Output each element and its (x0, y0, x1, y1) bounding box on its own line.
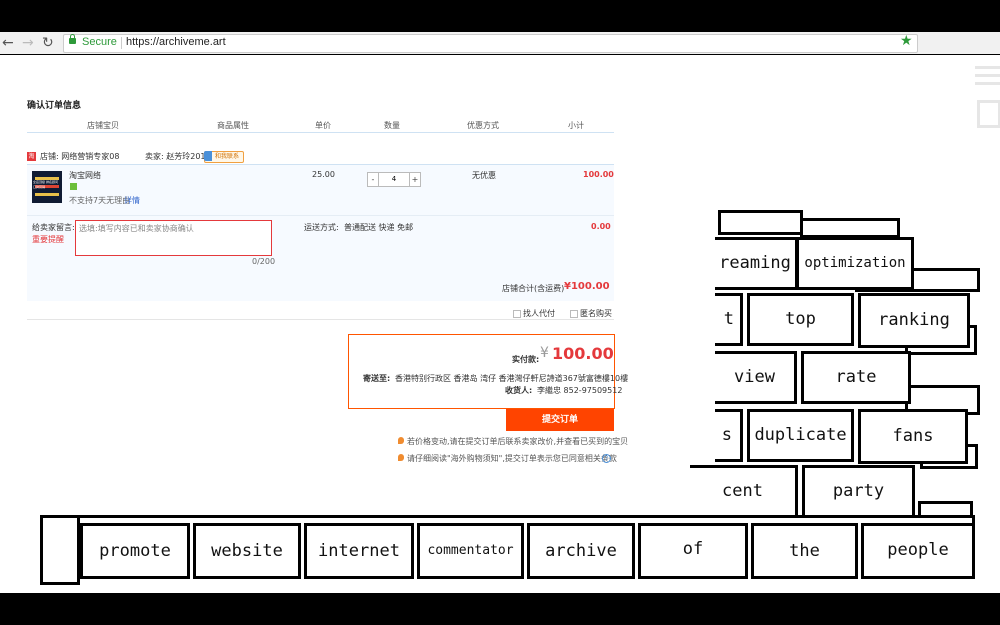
brick-word: archive (527, 523, 635, 579)
brick-word: view (715, 351, 797, 404)
brick-word: promote (80, 523, 190, 579)
brick-word: fans (858, 409, 968, 464)
back-arrow-icon[interactable]: ← (2, 32, 18, 54)
bookmark-star-icon[interactable]: ★ (900, 33, 913, 49)
brick-word: top (747, 293, 854, 346)
brick-word: the (751, 523, 858, 579)
reload-icon[interactable]: ↻ (42, 32, 58, 54)
brick-word: website (193, 523, 301, 579)
brick-word: t (715, 293, 743, 346)
brick-word: party (802, 465, 915, 518)
url-separator (121, 37, 122, 49)
url-text[interactable]: https://archiveme.art (126, 36, 226, 48)
brick-top (800, 218, 900, 238)
brick-word: optimization (796, 237, 914, 290)
brick-word: rate (801, 351, 911, 404)
brick-word: of (638, 523, 748, 579)
page-content: 确认订单信息 店铺宝贝 商品属性 单价 数量 优惠方式 小计 淘 店铺: 网络营… (0, 55, 1000, 593)
lock-icon (69, 34, 76, 44)
brick-word: s (715, 409, 743, 462)
brick-word: reaming (715, 237, 798, 290)
brick-word: people (861, 523, 975, 579)
brick-word: duplicate (747, 409, 854, 462)
brick-top (718, 210, 803, 235)
brick-word: cent (690, 465, 798, 518)
browser-toolbar: ← → ↻ Secure https://archiveme.art ★ (0, 32, 1000, 54)
brick-word: ranking (858, 293, 970, 348)
forward-arrow-icon[interactable]: → (22, 32, 38, 54)
brick-side (40, 515, 80, 585)
brick-wall: reaming optimization t top ranking view … (0, 55, 1000, 593)
letterbox-bar (0, 593, 1000, 625)
address-bar[interactable]: Secure https://archiveme.art ★ (63, 33, 918, 53)
brick-word: internet (304, 523, 414, 579)
brick-word: commentator (417, 523, 524, 579)
secure-label: Secure (82, 36, 117, 48)
